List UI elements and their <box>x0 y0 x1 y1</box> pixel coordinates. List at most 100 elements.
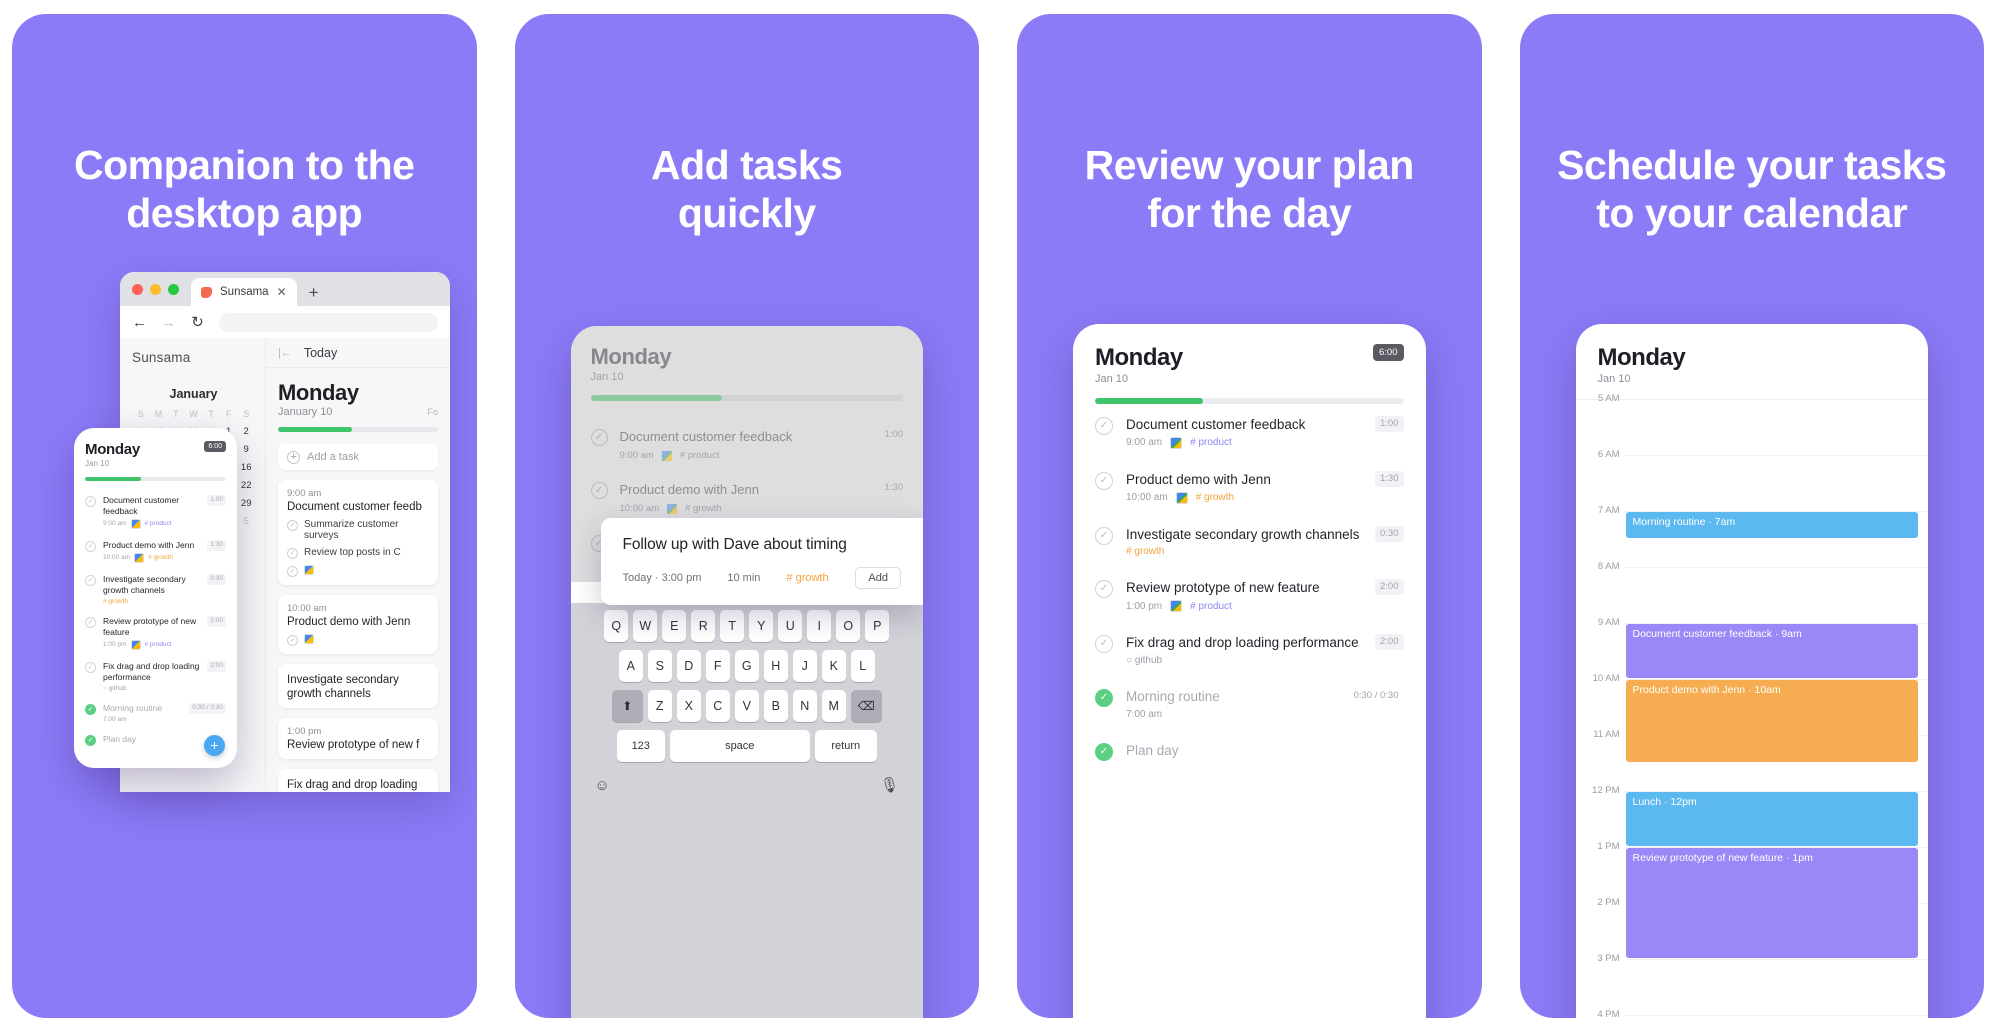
checkbox-icon[interactable]: ✓ <box>1095 471 1113 490</box>
calendar-event[interactable]: Review prototype of new feature · 1pm <box>1625 848 1918 958</box>
task-tag[interactable]: # growth <box>1196 492 1234 503</box>
task-list-item[interactable]: ✓ Investigate secondary growth channels # … <box>1095 514 1404 568</box>
task-list-item[interactable]: ✓ Plan day <box>1095 730 1404 771</box>
forward-arrow-icon[interactable]: → <box>161 314 176 331</box>
task-tag[interactable]: # product <box>1190 437 1232 448</box>
task-list-item[interactable]: ✓ Document customer feedback 9:00 am # prod… <box>85 489 226 534</box>
task-tag[interactable]: # growth <box>685 503 721 514</box>
task-list-item[interactable]: ✓ Morning routine 7:00 am 0:30 / 0:30 <box>1095 676 1404 730</box>
desktop-task-card[interactable]: Investigate secondary growth channels <box>278 664 438 708</box>
task-list-item[interactable]: ✓ Document customer feedback 9:00 am # prod… <box>1095 404 1404 459</box>
quick-add-duration[interactable]: 10 min <box>727 572 760 584</box>
desktop-subtask-row[interactable]: ✓ Summarize customer surveys <box>287 519 429 541</box>
key-F[interactable]: F <box>705 650 730 682</box>
calendar-day-grid[interactable]: 5 AM 6 AM 7 AM 8 AM 9 AM 10 AM 11 AM 12 PM 1 PM 2… <box>1575 393 1929 1018</box>
key-Z[interactable]: Z <box>647 690 672 722</box>
key-space[interactable]: space <box>669 730 810 762</box>
calendar-day-cell[interactable]: 29 <box>237 498 255 509</box>
checkbox-icon[interactable]: ✓ <box>85 616 96 628</box>
key-R[interactable]: R <box>691 610 716 642</box>
calendar-day-cell[interactable]: 2 <box>237 426 255 437</box>
task-tag[interactable]: ○ github <box>103 685 126 692</box>
checkbox-checked-icon[interactable]: ✓ <box>1095 742 1113 761</box>
calendar-day-cell[interactable]: 16 <box>237 462 255 473</box>
key-S[interactable]: S <box>647 650 672 682</box>
quick-add-task-title[interactable]: Follow up with Dave about timing <box>623 536 902 554</box>
checkbox-icon[interactable]: ✓ <box>287 520 298 531</box>
key-shift[interactable]: ⬆ <box>611 690 643 722</box>
url-input[interactable] <box>219 312 438 332</box>
checkbox-icon[interactable]: ✓ <box>590 429 608 446</box>
desktop-add-task-button[interactable]: + Add a task <box>278 444 438 470</box>
task-list-item[interactable]: ✓ Fix drag and drop loading performance ○ … <box>85 655 226 697</box>
task-tag[interactable]: # product <box>1190 601 1232 612</box>
calendar-event[interactable]: Document customer feedback · 9am <box>1625 624 1918 678</box>
quick-add-submit-button[interactable]: Add <box>855 567 901 589</box>
task-list-item[interactable]: ✓ Review prototype of new feature 1:00 pm #… <box>1095 567 1404 622</box>
desktop-task-card[interactable]: 1:00 pm Review prototype of new f <box>278 718 438 759</box>
task-list-item[interactable]: ✓ Investigate secondary growth channels # … <box>85 568 226 610</box>
key-Y[interactable]: Y <box>749 610 774 642</box>
quick-add-when[interactable]: Today · 3:00 pm <box>623 572 702 584</box>
checkbox-icon[interactable]: ✓ <box>287 566 298 577</box>
key-N[interactable]: N <box>792 690 817 722</box>
add-task-fab[interactable]: + <box>204 735 225 756</box>
task-list-item[interactable]: ✓ Product demo with Jenn 10:00 am # growth 1… <box>85 534 226 568</box>
key-P[interactable]: P <box>865 610 890 642</box>
calendar-hour-row[interactable]: 3 PM <box>1597 953 1928 1016</box>
desktop-task-card[interactable]: 10:00 am Product demo with Jenn ✓ <box>278 595 438 654</box>
checkbox-checked-icon[interactable]: ✓ <box>1095 689 1113 708</box>
key-T[interactable]: T <box>720 610 745 642</box>
calendar-event[interactable]: Morning routine · 7am <box>1625 512 1918 538</box>
close-window-icon[interactable] <box>132 283 143 295</box>
checkbox-icon[interactable]: ✓ <box>85 540 96 552</box>
key-H[interactable]: H <box>763 650 788 682</box>
checkbox-icon[interactable]: ✓ <box>1095 526 1113 545</box>
task-tag[interactable]: # growth <box>103 598 128 605</box>
calendar-day-cell[interactable]: 22 <box>237 480 255 491</box>
calendar-hour-row[interactable]: 5 AM <box>1598 393 1928 456</box>
checkbox-checked-icon[interactable]: ✓ <box>85 703 96 715</box>
calendar-hour-row[interactable]: 4 PM <box>1597 1009 1929 1018</box>
maximize-window-icon[interactable] <box>168 283 179 295</box>
today-label[interactable]: Today <box>304 346 337 360</box>
key-I[interactable]: I <box>807 610 832 642</box>
back-arrow-icon[interactable]: ← <box>132 314 147 331</box>
key-return[interactable]: return <box>814 730 877 762</box>
checkbox-icon[interactable]: ✓ <box>85 495 96 507</box>
task-list-item[interactable]: ✓ Fix drag and drop loading performance ○ … <box>1095 622 1404 676</box>
key-C[interactable]: C <box>705 690 730 722</box>
key-X[interactable]: X <box>676 690 701 722</box>
key-Q[interactable]: Q <box>604 610 629 642</box>
desktop-task-card[interactable]: 9:00 am Document customer feedb ✓ Summarize… <box>278 480 438 585</box>
key-U[interactable]: U <box>778 610 803 642</box>
key-B[interactable]: B <box>763 690 788 722</box>
checkbox-icon[interactable]: ✓ <box>287 635 298 646</box>
key-L[interactable]: L <box>850 650 875 682</box>
key-V[interactable]: V <box>734 690 759 722</box>
checkbox-icon[interactable]: ✓ <box>1095 417 1113 435</box>
calendar-event[interactable]: Product demo with Jenn · 10am <box>1625 680 1918 762</box>
key-E[interactable]: E <box>662 610 687 642</box>
checkbox-icon[interactable]: ✓ <box>1095 580 1113 599</box>
task-tag[interactable]: # growth <box>148 554 173 561</box>
key-numbers[interactable]: 123 <box>616 730 665 762</box>
task-list-item[interactable]: ✓ Morning routine 7:00 am 0:30 / 0:30 <box>85 697 226 728</box>
task-tag[interactable]: ○ github <box>1126 655 1162 666</box>
quick-add-tag[interactable]: # growth <box>786 572 828 584</box>
key-J[interactable]: J <box>792 650 817 682</box>
checkbox-icon[interactable]: ✓ <box>1095 635 1113 654</box>
desktop-subtask-row[interactable]: ✓ <box>287 634 429 646</box>
desktop-subtask-row[interactable]: ✓ Review top posts in C <box>287 547 429 559</box>
close-tab-icon[interactable]: ✕ <box>277 285 287 299</box>
browser-tab-sunsama[interactable]: Sunsama ✕ <box>191 278 297 306</box>
task-list-item[interactable]: ✓ Review prototype of new feature 1:00 pm #… <box>85 610 226 655</box>
reload-icon[interactable]: ↻ <box>190 313 205 331</box>
task-list-item[interactable]: ✓ Product demo with Jenn 10:00 am # growth 1… <box>590 472 903 525</box>
key-A[interactable]: A <box>618 650 643 682</box>
minimize-window-icon[interactable] <box>150 283 161 295</box>
checkbox-icon[interactable]: ✓ <box>287 548 298 559</box>
task-list-item[interactable]: ✓ Product demo with Jenn 10:00 am # growth 1… <box>1095 459 1404 514</box>
calendar-event[interactable]: Lunch · 12pm <box>1625 792 1918 846</box>
new-tab-icon[interactable]: + <box>297 283 331 306</box>
